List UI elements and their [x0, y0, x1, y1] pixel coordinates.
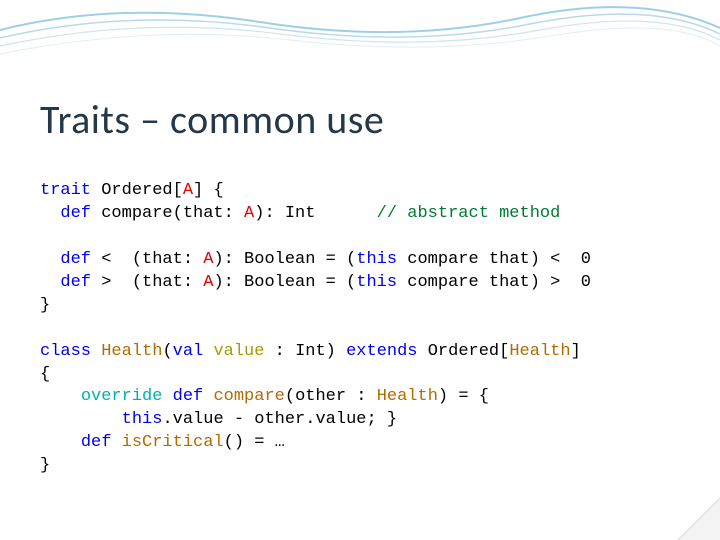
code-indent — [40, 273, 60, 292]
type-param: A — [203, 250, 213, 269]
keyword-extends: extends — [346, 342, 417, 361]
val-name: value — [203, 342, 264, 361]
keyword-def: def — [60, 273, 91, 292]
code-text: > (that: — [91, 273, 203, 292]
code-text: ): Boolean = ( — [213, 250, 356, 269]
code-indent — [40, 433, 81, 452]
type-param: A — [183, 181, 193, 200]
code-text: Ordered[ — [91, 181, 183, 200]
code-indent — [40, 250, 60, 269]
keyword-this: this — [122, 410, 163, 429]
slide-title: Traits – common use — [40, 95, 384, 144]
code-text: ( — [162, 342, 172, 361]
class-name: Health — [377, 387, 438, 406]
code-indent — [40, 204, 60, 223]
code-indent — [40, 387, 81, 406]
keyword-def: def — [60, 204, 91, 223]
keyword-this: this — [356, 273, 397, 292]
code-text: : Int) — [264, 342, 346, 361]
code-text — [162, 387, 172, 406]
code-text: Ordered[ — [418, 342, 510, 361]
keyword-val: val — [173, 342, 204, 361]
page-curl-icon — [678, 498, 720, 540]
keyword-override: override — [81, 387, 163, 406]
code-text: compare that) > 0 — [397, 273, 591, 292]
code-text: () = … — [224, 433, 285, 452]
keyword-class: class — [40, 342, 91, 361]
code-text: compare that) < 0 — [397, 250, 591, 269]
keyword-def: def — [81, 433, 112, 452]
code-text: ): Boolean = ( — [213, 273, 356, 292]
code-text: ) = { — [438, 387, 489, 406]
keyword-def: def — [173, 387, 204, 406]
code-text: ): Int — [254, 204, 376, 223]
slide-wave-decoration — [0, 0, 720, 70]
code-text: ] { — [193, 181, 224, 200]
code-text: } — [40, 296, 50, 315]
code-text: } — [40, 456, 50, 475]
code-text: (other : — [285, 387, 377, 406]
class-name: Health — [91, 342, 162, 361]
type-param: A — [244, 204, 254, 223]
keyword-def: def — [60, 250, 91, 269]
keyword-trait: trait — [40, 181, 91, 200]
code-text: < (that: — [91, 250, 203, 269]
code-text: compare(that: — [91, 204, 244, 223]
code-example: trait Ordered[A] { def compare(that: A):… — [40, 180, 680, 478]
method-name: isCritical — [111, 433, 223, 452]
type-param: A — [203, 273, 213, 292]
class-name: Health — [509, 342, 570, 361]
keyword-this: this — [356, 250, 397, 269]
code-text: ] — [571, 342, 581, 361]
code-comment: // abstract method — [377, 204, 561, 223]
method-name: compare — [203, 387, 285, 406]
code-text: { — [40, 365, 50, 384]
code-indent — [40, 410, 122, 429]
code-text: .value - other.value; } — [162, 410, 397, 429]
